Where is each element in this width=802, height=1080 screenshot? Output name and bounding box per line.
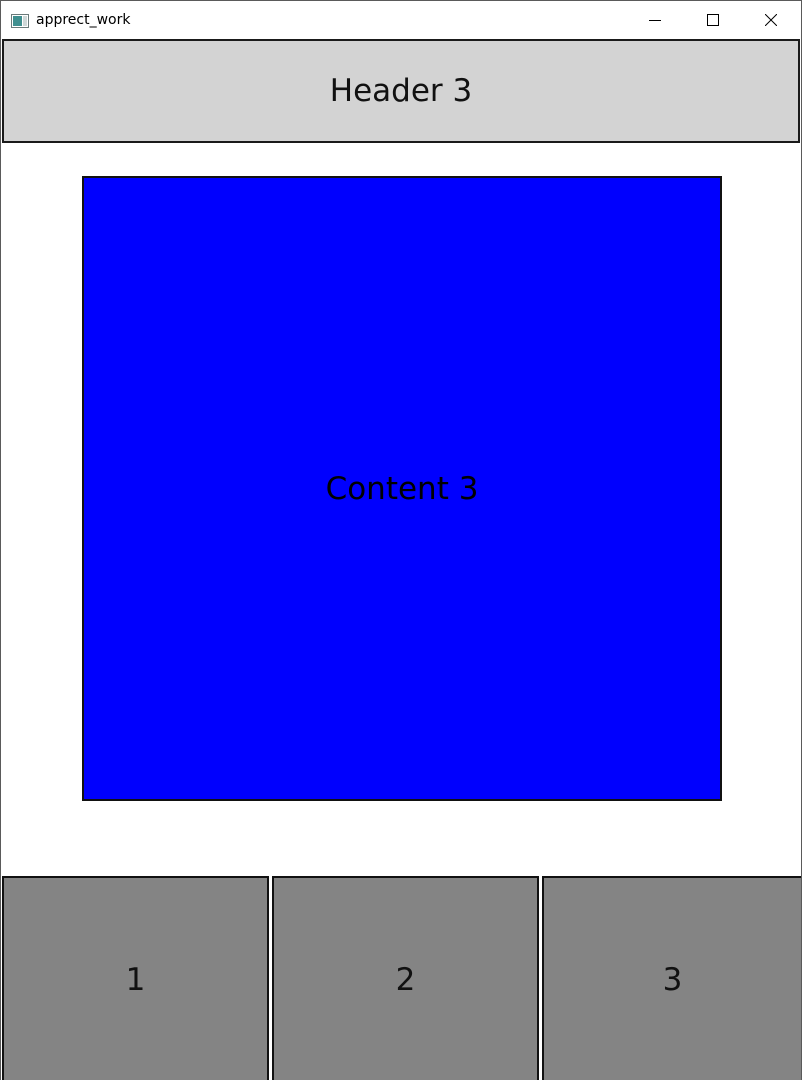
content-panel: Content 3 bbox=[82, 176, 722, 801]
tab-button-1[interactable]: 1 bbox=[2, 876, 269, 1080]
close-icon bbox=[764, 11, 778, 30]
content-label: Content 3 bbox=[325, 470, 479, 507]
window-title: apprect_work bbox=[36, 12, 131, 28]
maximize-icon bbox=[707, 11, 719, 30]
tab-button-3[interactable]: 3 bbox=[542, 876, 801, 1080]
app-window-icon bbox=[11, 13, 29, 28]
app-window: apprect_work Header 3 Content 3 1 2 3 bbox=[0, 0, 802, 1080]
maximize-button[interactable] bbox=[684, 1, 742, 39]
tab-button-label: 3 bbox=[662, 961, 683, 998]
minimize-button[interactable] bbox=[626, 1, 684, 39]
minimize-icon bbox=[649, 11, 661, 30]
tab-bar: 1 2 3 bbox=[1, 876, 801, 1080]
tab-button-2[interactable]: 2 bbox=[272, 876, 539, 1080]
header-panel: Header 3 bbox=[2, 39, 800, 143]
tab-button-label: 1 bbox=[125, 961, 146, 998]
title-bar[interactable]: apprect_work bbox=[1, 1, 801, 39]
close-button[interactable] bbox=[742, 1, 800, 39]
tab-button-label: 2 bbox=[395, 961, 416, 998]
header-label: Header 3 bbox=[329, 73, 473, 109]
